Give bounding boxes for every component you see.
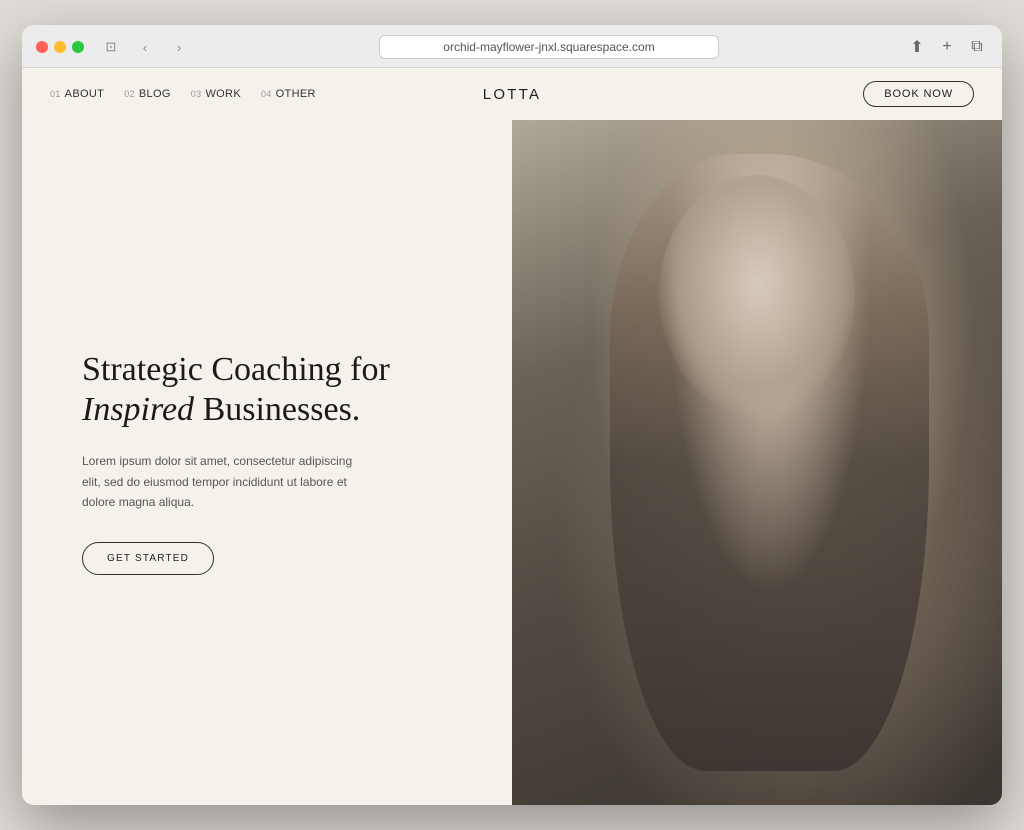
address-bar-container: orchid-mayflower-jnxl.squarespace.com xyxy=(202,35,896,59)
nav-item-work[interactable]: 03 WORK xyxy=(191,88,241,100)
forward-icon[interactable]: › xyxy=(166,37,192,57)
sidebar-toggle-icon[interactable]: ⊡ xyxy=(98,37,124,57)
browser-chrome: ⊡ ‹ › orchid-mayflower-jnxl.squarespace.… xyxy=(22,25,1002,68)
browser-controls: ⊡ ‹ › xyxy=(98,37,192,57)
back-icon[interactable]: ‹ xyxy=(132,37,158,57)
nav-item-blog[interactable]: 02 BLOG xyxy=(124,88,171,100)
nav-num-blog: 02 xyxy=(124,89,135,99)
brand-name[interactable]: LOTTA xyxy=(483,86,541,103)
hero-section: Strategic Coaching for Inspired Business… xyxy=(22,120,1002,805)
browser-window: ⊡ ‹ › orchid-mayflower-jnxl.squarespace.… xyxy=(22,25,1002,805)
nav-num-about: 01 xyxy=(50,89,61,99)
nav-item-about[interactable]: 01 ABOUT xyxy=(50,88,104,100)
book-now-button[interactable]: BOOK NOW xyxy=(863,81,974,107)
nav-left: 01 ABOUT 02 BLOG 03 WORK 04 OTHER xyxy=(50,88,316,100)
browser-actions: ⬆ + ⧉ xyxy=(906,36,988,58)
get-started-button[interactable]: GET STARTED xyxy=(82,542,214,575)
nav-label-about: ABOUT xyxy=(65,88,105,100)
nav-item-other[interactable]: 04 OTHER xyxy=(261,88,316,100)
hero-title: Strategic Coaching for Inspired Business… xyxy=(82,350,462,432)
hero-description: Lorem ipsum dolor sit amet, consectetur … xyxy=(82,451,362,512)
address-bar[interactable]: orchid-mayflower-jnxl.squarespace.com xyxy=(379,35,719,59)
new-tab-icon[interactable]: + xyxy=(936,36,958,58)
hero-title-italic: Inspired xyxy=(82,391,194,428)
nav-num-other: 04 xyxy=(261,89,272,99)
hero-title-line1: Strategic Coaching for xyxy=(82,351,390,388)
nav-num-work: 03 xyxy=(191,89,202,99)
hero-photo xyxy=(512,120,1002,805)
copy-tab-icon[interactable]: ⧉ xyxy=(966,36,988,58)
nav-right: BOOK NOW xyxy=(863,81,974,107)
nav: 01 ABOUT 02 BLOG 03 WORK 04 OTHER LOTTA xyxy=(22,68,1002,120)
share-icon[interactable]: ⬆ xyxy=(906,36,928,58)
close-button[interactable] xyxy=(36,41,48,53)
maximize-button[interactable] xyxy=(72,41,84,53)
hero-title-line2: Businesses. xyxy=(194,391,360,428)
traffic-lights xyxy=(36,41,84,53)
nav-label-other: OTHER xyxy=(276,88,316,100)
website: 01 ABOUT 02 BLOG 03 WORK 04 OTHER LOTTA xyxy=(22,68,1002,805)
minimize-button[interactable] xyxy=(54,41,66,53)
hero-right-panel xyxy=(512,120,1002,805)
nav-label-work: WORK xyxy=(205,88,241,100)
hero-left-panel: Strategic Coaching for Inspired Business… xyxy=(22,120,512,805)
nav-label-blog: BLOG xyxy=(139,88,171,100)
